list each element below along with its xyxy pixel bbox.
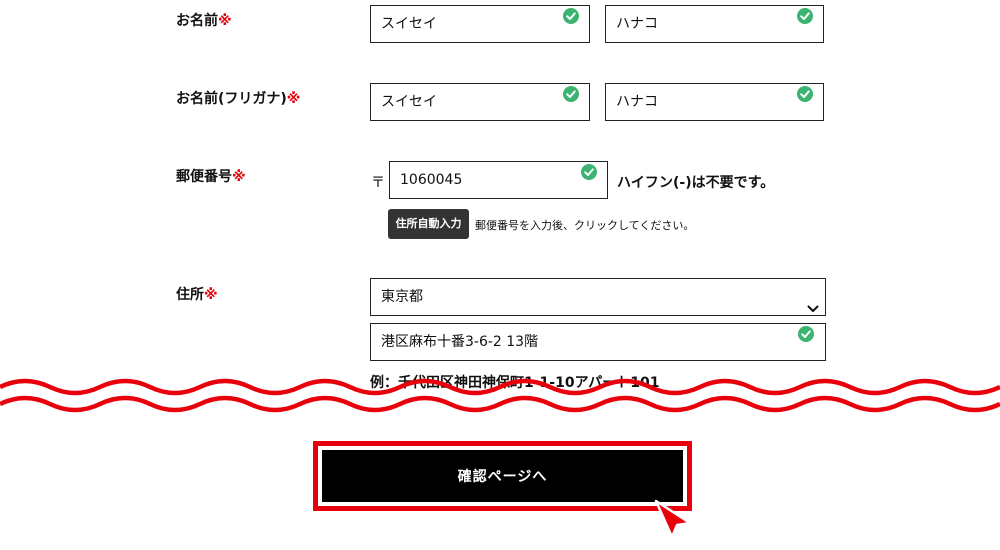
autofill-hint: 郵便番号を入力後、クリックしてください。 [475,219,695,232]
required-mark: ※ [218,13,232,29]
first-name-input[interactable]: ハナコ [605,5,824,43]
check-circle-icon [581,164,597,180]
postal-prefix: 〒 [371,175,385,191]
required-mark: ※ [204,287,218,303]
postal-hint: ハイフン(-)は不要です。 [617,175,775,191]
furigana-label-text: お名前(フリガナ) [176,91,287,107]
name-label-text: お名前 [176,13,218,29]
postal-label-text: 郵便番号 [176,169,232,185]
check-circle-icon [563,8,579,24]
first-name-value: ハナコ [616,16,658,32]
first-name-kana-value: ハナコ [616,94,658,110]
furigana-label: お名前(フリガナ)※ [176,88,300,108]
check-circle-icon [563,86,579,102]
street-address-input[interactable]: 港区麻布十番3-6-2 13階 [370,323,826,361]
wave-line [0,378,1000,396]
postal-label: 郵便番号※ [176,166,246,186]
last-name-kana-value: スイセイ [381,94,437,110]
postal-code-value: 1060045 [400,172,463,188]
check-circle-icon [798,326,814,342]
required-mark: ※ [232,169,246,185]
check-circle-icon [797,86,813,102]
last-name-input[interactable]: スイセイ [370,5,590,43]
name-label: お名前※ [176,10,232,30]
street-address-value: 港区麻布十番3-6-2 13階 [381,334,539,350]
first-name-kana-input[interactable]: ハナコ [605,83,824,121]
address-label: 住所※ [176,284,218,304]
confirm-button-highlight: 確認ページへ [313,441,692,511]
check-circle-icon [797,8,813,24]
address-label-text: 住所 [176,287,204,303]
confirm-page-button[interactable]: 確認ページへ [322,450,683,502]
confirm-button-frame: 確認ページへ [318,446,687,506]
last-name-kana-input[interactable]: スイセイ [370,83,590,121]
confirm-button-label: 確認ページへ [457,469,548,485]
prefecture-select[interactable]: 東京都 [370,278,826,316]
required-mark: ※ [286,91,301,107]
last-name-value: スイセイ [381,16,437,32]
cursor-arrow-icon [654,499,692,539]
postal-code-input[interactable]: 1060045 [389,161,608,199]
prefecture-value: 東京都 [381,289,423,305]
wave-line [0,395,1000,413]
address-autofill-button[interactable]: 住所自動入力 [388,209,469,239]
wavy-divider [0,378,1000,413]
